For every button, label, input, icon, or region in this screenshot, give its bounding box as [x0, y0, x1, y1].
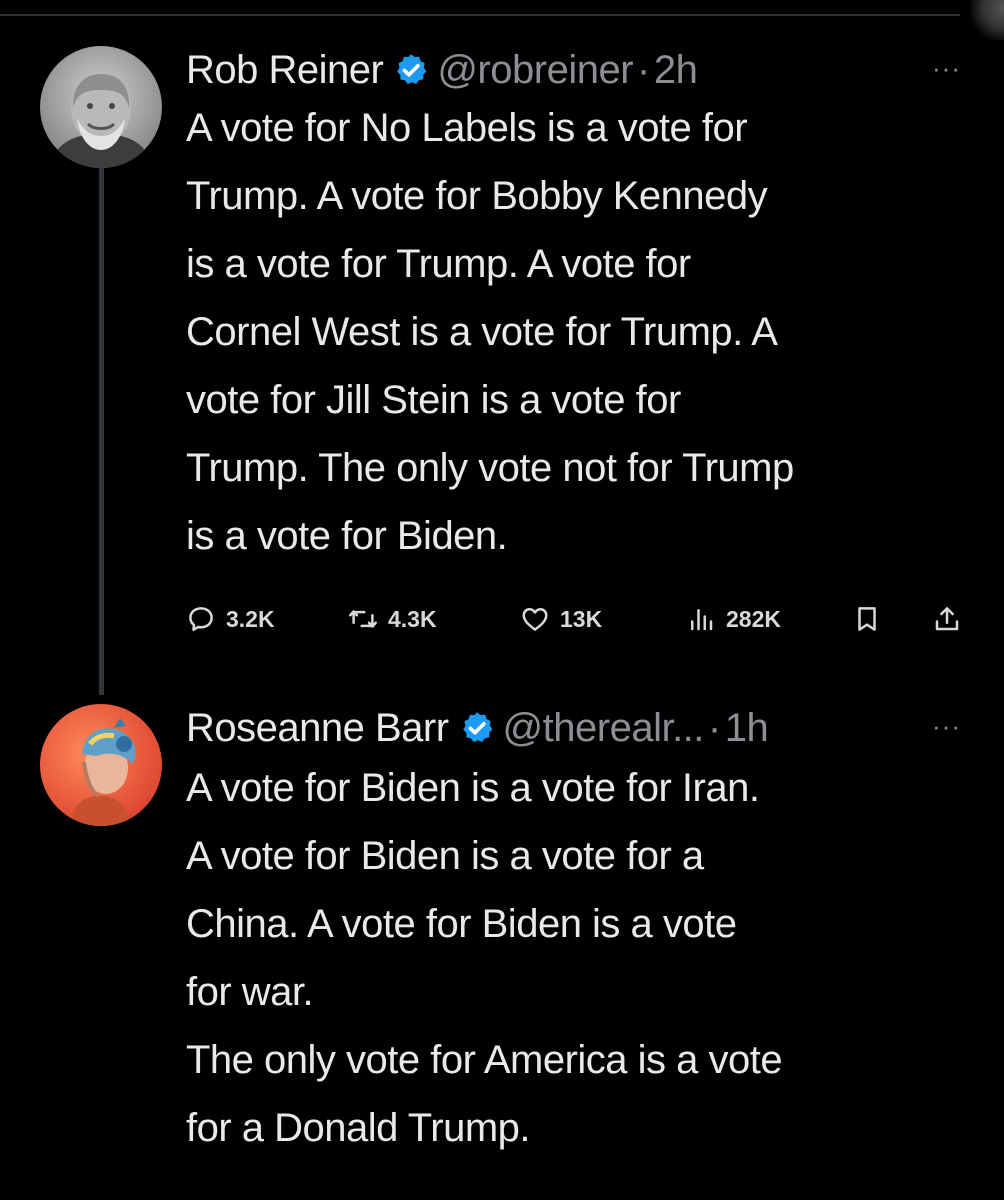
tweet-text-line: for a Donald Trump.: [186, 1106, 531, 1150]
repost-icon: [349, 610, 377, 628]
tweet-text-line: The only vote for America is a vote: [186, 1038, 783, 1082]
like-count: 13K: [560, 605, 603, 632]
separator-dot: ·: [637, 48, 650, 92]
more-icon[interactable]: ···: [932, 713, 961, 739]
views-button[interactable]: 282K: [686, 604, 781, 634]
bookmark-button[interactable]: [852, 604, 892, 634]
tweet-header: Roseanne Barr @therealr... · 1h: [186, 702, 974, 754]
tweet-text-line: is a vote for Trump. A vote for: [186, 242, 691, 286]
share-icon: [935, 607, 959, 631]
reply-count: 3.2K: [226, 605, 275, 632]
timestamp[interactable]: 2h: [654, 44, 698, 96]
tweet-header: Rob Reiner @robreiner · 2h: [186, 44, 974, 96]
tweet-text: A vote for No Labels is a vote for Trump…: [186, 94, 974, 570]
repost-button[interactable]: 4.3K: [348, 604, 437, 634]
display-name[interactable]: Rob Reiner: [186, 44, 384, 96]
tweet-text: A vote for Biden is a vote for Iran. A v…: [186, 754, 974, 1162]
like-icon: [522, 608, 548, 631]
more-icon[interactable]: ···: [932, 55, 961, 81]
display-name[interactable]: Roseanne Barr: [186, 702, 449, 754]
tweet-text-line: A vote for Biden is a vote for Iran.: [186, 766, 760, 810]
handle[interactable]: @robreiner: [437, 44, 633, 96]
corner-artifact: [964, 0, 1004, 40]
tweet-text-line: Trump. The only vote not for Trump: [186, 446, 794, 490]
like-button[interactable]: 13K: [520, 604, 602, 634]
tweet-text-line: Cornel West is a vote for Trump. A: [186, 310, 778, 354]
avatar[interactable]: [40, 46, 162, 168]
reply-icon: [189, 607, 213, 631]
reply-button[interactable]: 3.2K: [186, 604, 275, 634]
views-icon: [691, 609, 713, 631]
separator-dot: ·: [707, 706, 721, 750]
share-button[interactable]: [932, 604, 972, 634]
tweet-actions: 3.2K 4.3K 13K 282K: [186, 604, 976, 644]
timestamp[interactable]: 1h: [725, 702, 769, 754]
tweet-text-line: is a vote for Biden.: [186, 514, 508, 558]
handle[interactable]: @therealr...: [503, 702, 705, 754]
verified-badge-icon: [393, 52, 429, 88]
thread-connector-line: [99, 168, 104, 695]
verified-badge-icon: [459, 710, 495, 746]
views-count: 282K: [726, 605, 781, 632]
tweet-text-line: Trump. A vote for Bobby Kennedy: [186, 174, 768, 218]
tweet-text-line: A vote for Biden is a vote for a: [186, 834, 704, 878]
tweet-text-line: A vote for No Labels is a vote for: [186, 106, 748, 150]
bookmark-icon: [858, 607, 876, 631]
avatar[interactable]: [40, 704, 162, 826]
top-divider: [0, 14, 960, 16]
tweet-text-line: for war.: [186, 970, 314, 1014]
tweet-text-line: vote for Jill Stein is a vote for: [186, 378, 681, 422]
tweet-text-line: China. A vote for Biden is a vote: [186, 902, 737, 946]
repost-count: 4.3K: [388, 605, 437, 632]
